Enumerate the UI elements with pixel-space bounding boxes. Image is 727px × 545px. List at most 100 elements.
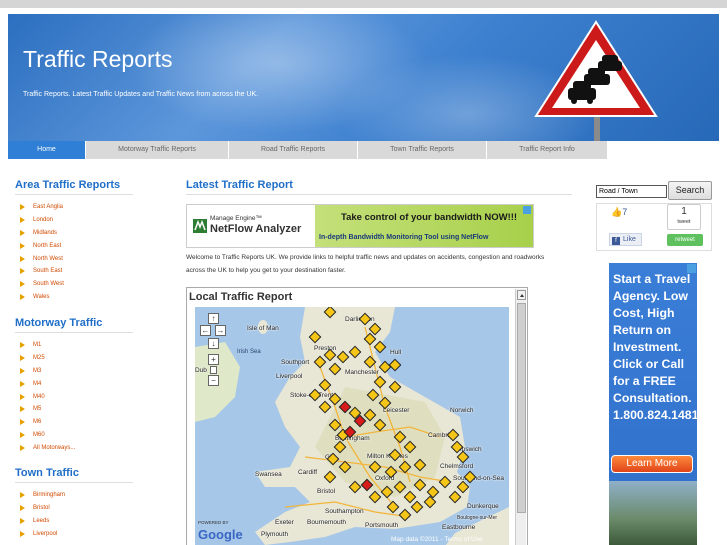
motorway-link-m60[interactable]: M60 <box>20 429 75 442</box>
map-label: Birmingham <box>335 435 370 442</box>
motorway-link-all[interactable]: All Motorways... <box>20 441 75 454</box>
bullet-arrow-icon <box>20 444 25 451</box>
map-label: Bristol <box>317 488 336 495</box>
map-label: Liverpool <box>276 373 303 380</box>
map-label: Milton Keynes <box>367 453 408 460</box>
retweet-button[interactable]: retweet <box>667 234 703 246</box>
traffic-map[interactable]: ↑ ← → ↓ + − Isle of Man Irish Sea Presto… <box>195 307 509 545</box>
bullet-arrow-icon <box>20 406 25 413</box>
nav-home[interactable]: Home <box>8 141 86 159</box>
area-link-north-west[interactable]: North West <box>20 252 64 265</box>
pan-up-icon[interactable]: ↑ <box>208 313 219 324</box>
bullet-arrow-icon <box>20 530 25 537</box>
thumbs-up-icon: 👍 <box>611 207 623 217</box>
nav-motorway-traffic-reports[interactable]: Motorway Traffic Reports <box>86 141 229 159</box>
map-attribution[interactable]: Map data ©2011 - Terms of Use <box>391 536 483 543</box>
motorway-traffic-heading: Motorway Traffic <box>15 317 103 329</box>
facebook-icon: f <box>612 237 620 245</box>
motorway-link-m1[interactable]: M1 <box>20 339 75 352</box>
map-label: Darlington <box>345 316 375 323</box>
bullet-arrow-icon <box>20 229 25 236</box>
area-link-wales[interactable]: Wales <box>20 291 64 304</box>
nav-road-traffic-reports[interactable]: Road Traffic Reports <box>229 141 358 159</box>
intro-text: Welcome to Traffic Reports UK. We provid… <box>186 254 545 274</box>
site-tagline: Traffic Reports. Latest Traffic Updates … <box>23 91 259 98</box>
scrollbar-thumb[interactable] <box>517 303 526 513</box>
facebook-like-button[interactable]: f Like <box>609 233 642 246</box>
town-link-liverpool[interactable]: Liverpool <box>20 527 65 540</box>
area-link-south-east[interactable]: South East <box>20 265 64 278</box>
area-link-east-anglia[interactable]: East Anglia <box>20 201 64 214</box>
bullet-arrow-icon <box>20 242 25 249</box>
town-link-bristol[interactable]: Bristol <box>20 502 65 515</box>
area-link-south-west[interactable]: South West <box>20 278 64 291</box>
map-label: Plymouth <box>261 531 289 538</box>
bullet-arrow-icon <box>20 217 25 224</box>
divider <box>15 482 133 483</box>
map-label: Ipswich <box>460 446 482 453</box>
motorway-link-m4[interactable]: M4 <box>20 377 75 390</box>
map-label: Southend-on-Sea <box>453 475 504 482</box>
map-label: Oxford <box>375 475 395 482</box>
scroll-up-icon[interactable] <box>517 290 526 300</box>
banner-ad[interactable]: Manage Engine™ NetFlow Analyzer Take con… <box>186 204 534 248</box>
zoom-slider[interactable] <box>210 366 217 374</box>
bullet-arrow-icon <box>20 419 25 426</box>
top-bar <box>0 0 727 8</box>
google-logo[interactable]: Google <box>198 527 243 542</box>
nav-town-traffic-reports[interactable]: Town Traffic Reports <box>358 141 487 159</box>
bullet-arrow-icon <box>20 367 25 374</box>
pan-left-icon[interactable]: ← <box>200 325 211 336</box>
search-input[interactable] <box>596 185 667 198</box>
local-report-title: Local Traffic Report <box>189 291 293 303</box>
site-title[interactable]: Traffic Reports <box>23 46 173 73</box>
motorway-link-m3[interactable]: M3 <box>20 365 75 378</box>
map-label: Cardiff <box>298 469 318 476</box>
motorway-link-m25[interactable]: M25 <box>20 352 75 365</box>
map-label: Stoke-on-Trent <box>290 392 334 399</box>
side-ad-photo <box>609 481 697 545</box>
tweet-count: 1 tweet <box>667 204 701 230</box>
map-label: Exeter <box>275 519 294 526</box>
bullet-arrow-icon <box>20 293 25 300</box>
area-link-london[interactable]: London <box>20 214 64 227</box>
zoom-in-icon[interactable]: + <box>208 354 219 365</box>
site-header: Traffic Reports Traffic Reports. Latest … <box>8 14 719 141</box>
area-link-midlands[interactable]: Midlands <box>20 227 64 240</box>
pan-right-icon[interactable]: → <box>215 325 226 336</box>
area-link-north-east[interactable]: North East <box>20 239 64 252</box>
bullet-arrow-icon <box>20 492 25 499</box>
map-label: Isle of Man <box>247 325 279 332</box>
map-label: Manchester <box>345 369 379 376</box>
town-link-birmingham[interactable]: Birmingham <box>20 489 65 502</box>
nav-traffic-report-info[interactable]: Traffic Report Info <box>487 141 608 159</box>
learn-more-button[interactable]: Learn More <box>611 455 693 473</box>
pan-down-icon[interactable]: ↓ <box>208 338 219 349</box>
motorway-link-m6[interactable]: M6 <box>20 416 75 429</box>
map-label: Dub <box>195 367 207 374</box>
town-traffic-list: Birmingham Bristol Leeds Liverpool <box>20 489 65 540</box>
town-link-leeds[interactable]: Leeds <box>20 515 65 528</box>
panel-scrollbar[interactable] <box>515 289 526 545</box>
side-ad-text: Start a Travel Agency. Low Cost, High Re… <box>613 272 697 422</box>
main-nav: Home Motorway Traffic Reports Road Traff… <box>8 141 608 159</box>
ad-brand-small: Manage Engine™ <box>210 215 263 222</box>
map-label: Glo <box>325 454 336 461</box>
motorway-link-m5[interactable]: M5 <box>20 403 75 416</box>
map-label: Eastbourne <box>442 524 476 531</box>
zoom-out-icon[interactable]: − <box>208 375 219 386</box>
ad-choices-icon[interactable] <box>523 206 531 214</box>
side-ad[interactable]: Start a Travel Agency. Low Cost, High Re… <box>609 263 697 545</box>
search-button[interactable]: Search <box>668 181 712 200</box>
map-label: Preston <box>314 345 337 352</box>
like-count: 👍7 <box>611 207 628 217</box>
bullet-arrow-icon <box>20 268 25 275</box>
ad-subline: In-depth Bandwidth Monitoring Tool using… <box>319 234 489 241</box>
map-label: Norwich <box>450 407 474 414</box>
map-label: Southampton <box>325 508 364 515</box>
motorway-link-m40[interactable]: M40 <box>20 390 75 403</box>
bullet-arrow-icon <box>20 355 25 362</box>
traffic-warning-sign-icon <box>534 20 658 141</box>
map-label: Hull <box>390 349 402 356</box>
map-label: Portsmouth <box>365 522 399 529</box>
